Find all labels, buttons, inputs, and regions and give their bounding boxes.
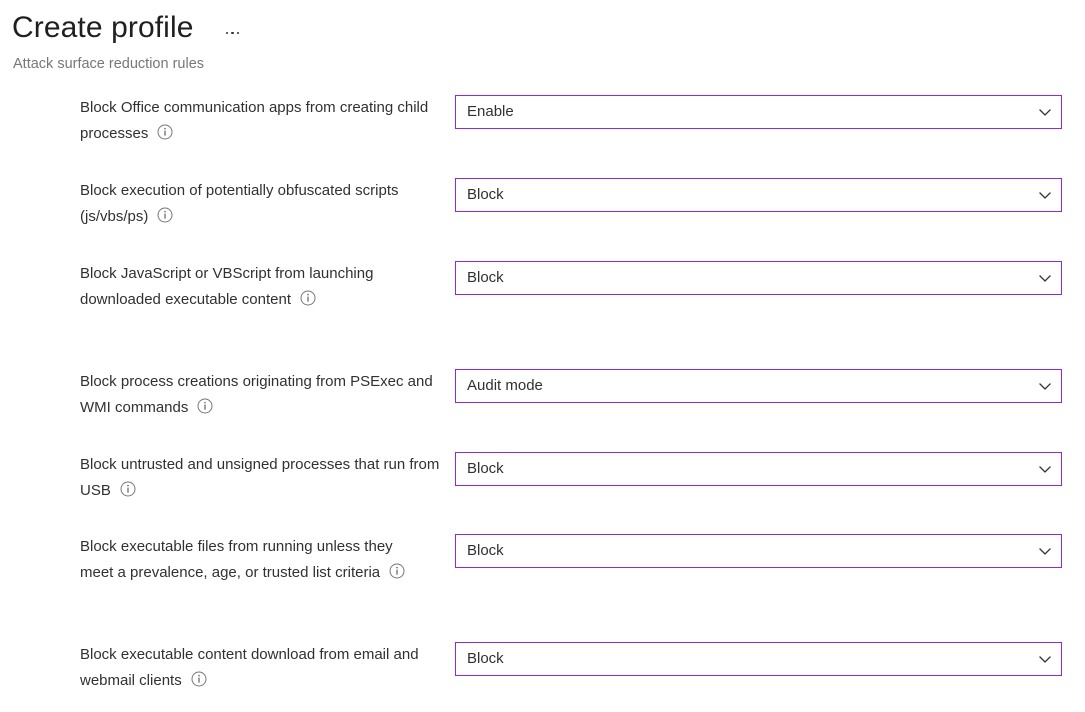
setting-dropdown-value: Enable bbox=[467, 103, 514, 120]
setting-dropdown-value: Block bbox=[467, 460, 504, 477]
setting-label: Block execution of potentially obfuscate… bbox=[80, 178, 445, 230]
setting-dropdown-value: Block bbox=[467, 186, 504, 203]
ellipsis-dot bbox=[236, 31, 240, 35]
setting-dropdown[interactable]: Block bbox=[455, 261, 1062, 295]
title-row: Create profile bbox=[12, 8, 246, 48]
chevron-down-icon[interactable] bbox=[1029, 370, 1061, 402]
chevron-down-icon[interactable] bbox=[1029, 535, 1061, 567]
setting-label: Block process creations originating from… bbox=[80, 369, 440, 421]
page-title: Create profile bbox=[12, 11, 194, 44]
info-icon[interactable] bbox=[157, 207, 173, 223]
setting-dropdown[interactable]: Block bbox=[455, 534, 1062, 568]
setting-label: Block JavaScript or VBScript from launch… bbox=[80, 261, 400, 313]
chevron-down-icon[interactable] bbox=[1029, 453, 1061, 485]
setting-label-text: Block JavaScript or VBScript from launch… bbox=[80, 265, 374, 308]
page-subtitle: Attack surface reduction rules bbox=[13, 56, 205, 72]
setting-label: Block executable files from running unle… bbox=[80, 534, 410, 586]
setting-dropdown-value: Block bbox=[467, 650, 504, 667]
info-icon[interactable] bbox=[120, 481, 136, 497]
setting-dropdown-value: Block bbox=[467, 542, 504, 559]
setting-label: Block Office communication apps from cre… bbox=[80, 95, 440, 147]
ellipsis-dot bbox=[231, 31, 234, 35]
page-header: Create profile Attack surface reduction … bbox=[0, 0, 1085, 88]
setting-label: Block untrusted and unsigned processes t… bbox=[80, 452, 440, 504]
setting-dropdown[interactable]: Enable bbox=[455, 95, 1062, 129]
setting-label-text: Block execution of potentially obfuscate… bbox=[80, 182, 399, 225]
more-options-ellipsis-icon[interactable] bbox=[220, 23, 246, 43]
info-icon[interactable] bbox=[197, 398, 213, 414]
setting-dropdown[interactable]: Block bbox=[455, 452, 1062, 486]
info-icon[interactable] bbox=[389, 563, 405, 579]
ellipsis-dot bbox=[225, 31, 229, 35]
setting-dropdown-value: Audit mode bbox=[467, 377, 543, 394]
setting-label-text: Block Office communication apps from cre… bbox=[80, 99, 429, 142]
info-icon[interactable] bbox=[300, 290, 316, 306]
setting-dropdown[interactable]: Block bbox=[455, 178, 1062, 212]
setting-label: Block executable content download from e… bbox=[80, 642, 440, 694]
setting-dropdown[interactable]: Block bbox=[455, 642, 1062, 676]
chevron-down-icon[interactable] bbox=[1029, 262, 1061, 294]
info-icon[interactable] bbox=[157, 124, 173, 140]
setting-label-text: Block executable files from running unle… bbox=[80, 538, 393, 581]
chevron-down-icon[interactable] bbox=[1029, 643, 1061, 675]
chevron-down-icon[interactable] bbox=[1029, 179, 1061, 211]
setting-dropdown-value: Block bbox=[467, 269, 504, 286]
info-icon[interactable] bbox=[191, 671, 207, 687]
chevron-down-icon[interactable] bbox=[1029, 96, 1061, 128]
setting-label-text: Block executable content download from e… bbox=[80, 646, 419, 689]
setting-label-text: Block process creations originating from… bbox=[80, 373, 433, 416]
setting-dropdown[interactable]: Audit mode bbox=[455, 369, 1062, 403]
